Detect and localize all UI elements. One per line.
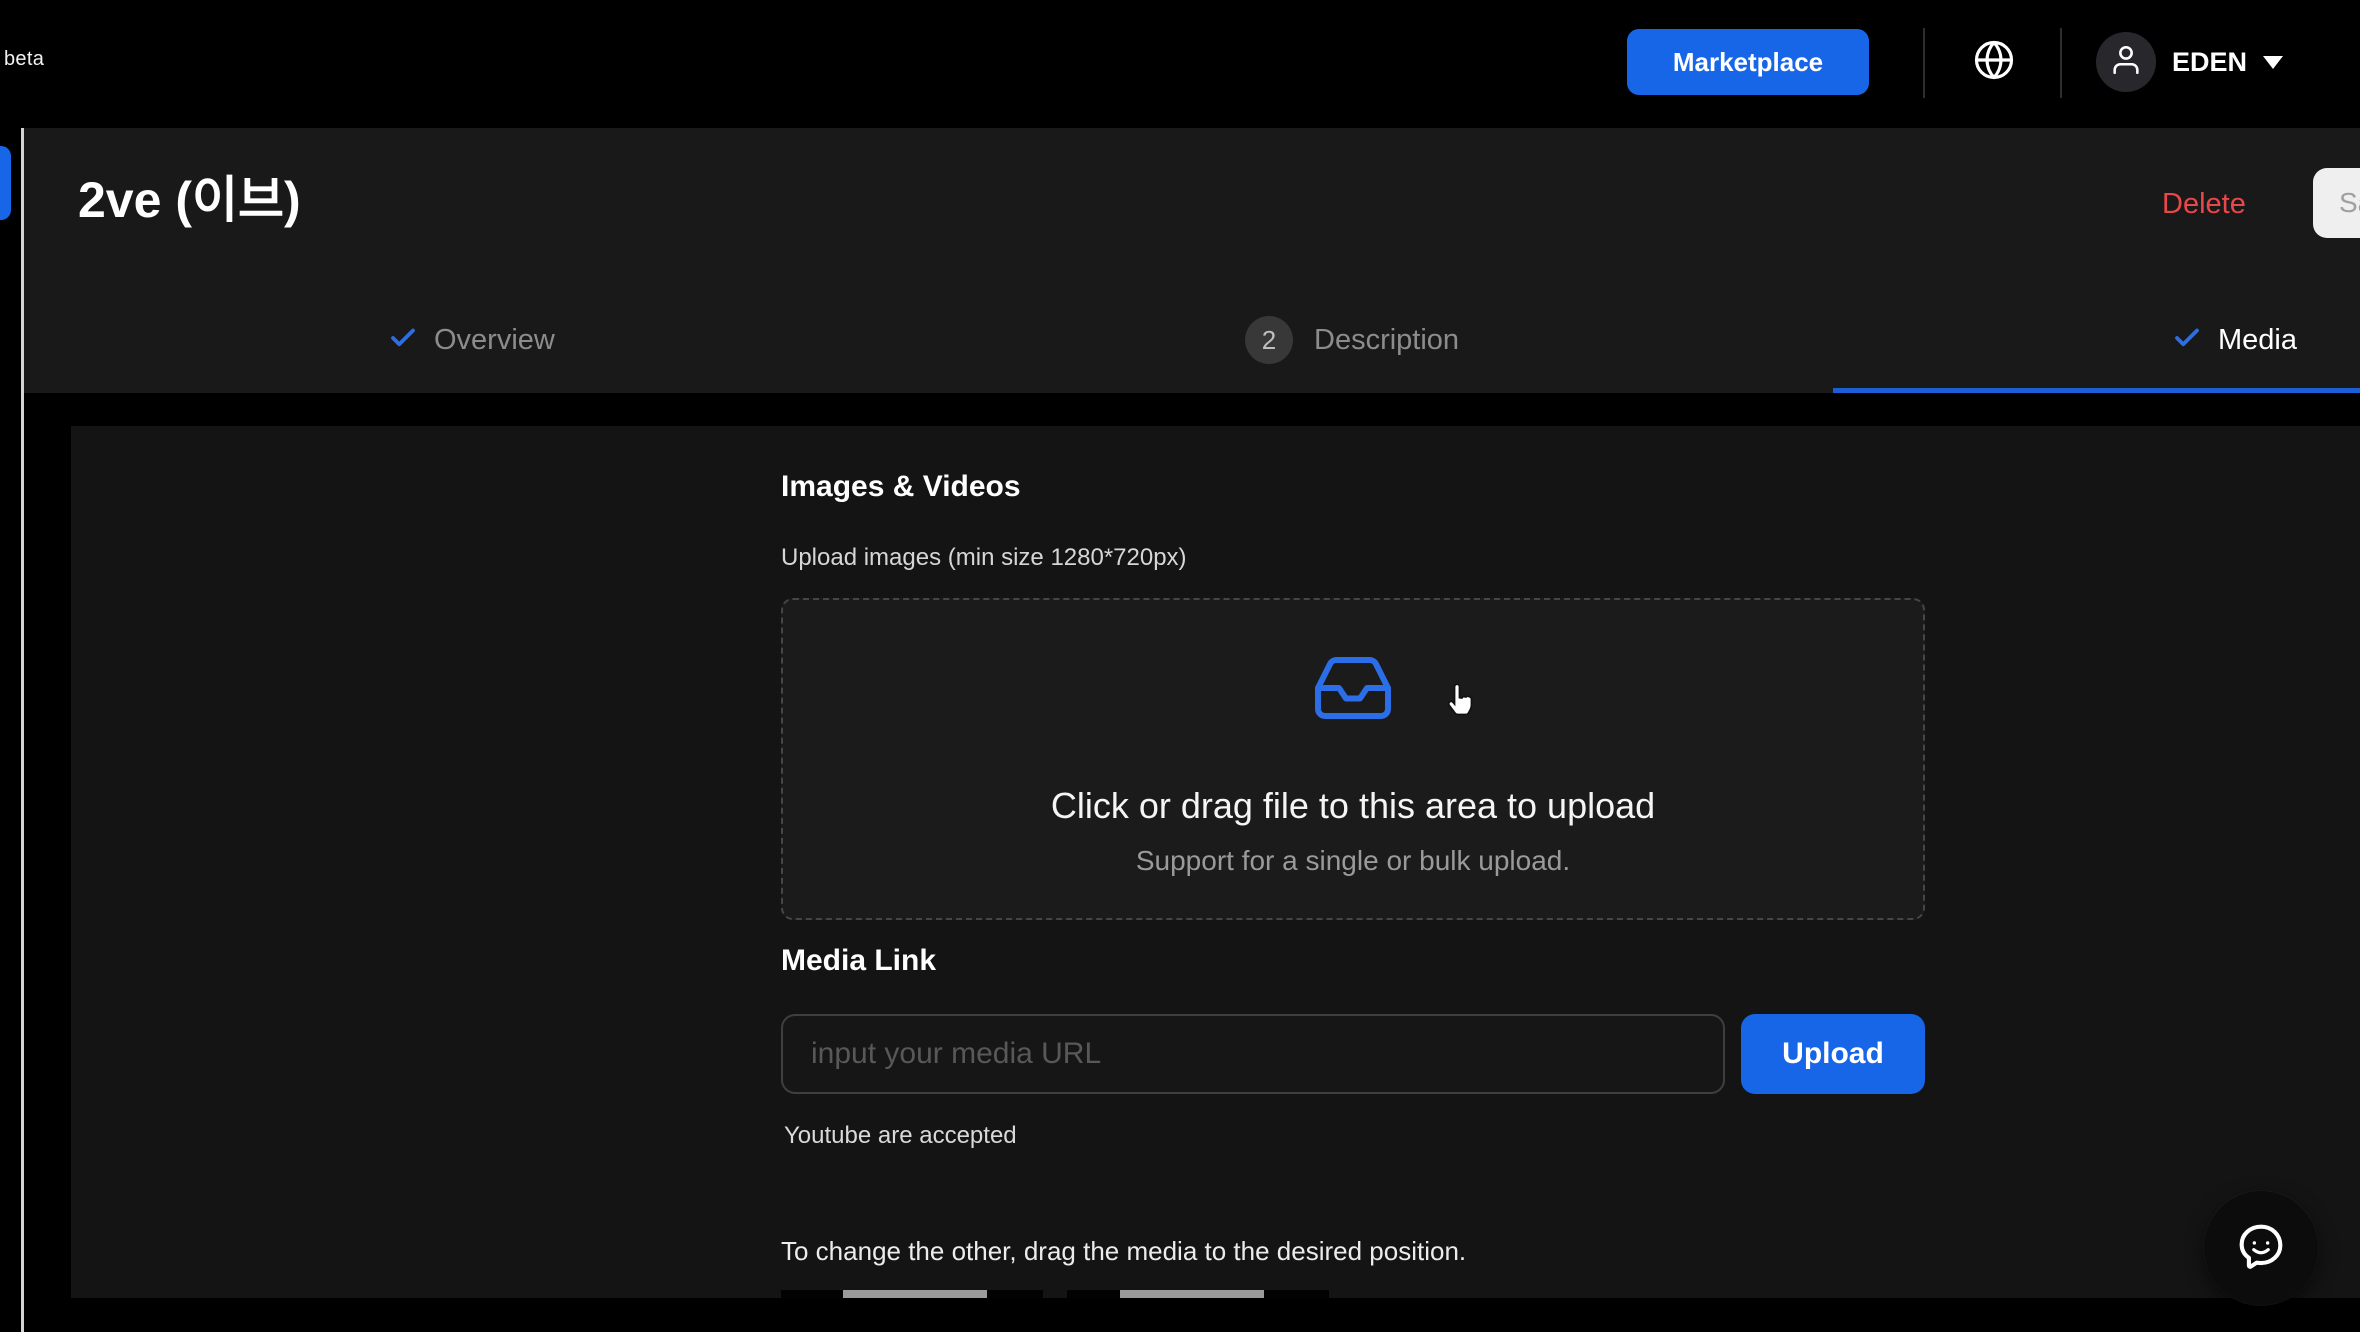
step-media[interactable]: Media	[2172, 322, 2297, 358]
mouse-cursor	[1443, 681, 1475, 722]
globe-icon	[1973, 39, 2015, 86]
upload-button[interactable]: Upload	[1741, 1014, 1925, 1094]
active-tab-underline	[1833, 388, 2360, 393]
chat-bubble-icon	[2232, 1217, 2290, 1280]
beta-label: beta	[4, 48, 44, 71]
account-menu[interactable]: EDEN	[2096, 22, 2283, 102]
save-button[interactable]: Save	[2313, 168, 2360, 238]
chat-widget-button[interactable]	[2204, 1191, 2318, 1305]
media-thumbnail[interactable]	[1067, 1290, 1329, 1298]
topbar-divider	[2060, 28, 2062, 98]
chevron-down-icon	[2263, 56, 2283, 69]
step-description-label: Description	[1314, 324, 1459, 357]
topbar: beta Marketplace EDEN	[0, 0, 2360, 128]
dropzone-hint: Support for a single or bulk upload.	[1136, 845, 1570, 877]
media-link-heading: Media Link	[781, 944, 936, 978]
step-description[interactable]: 2 Description	[1245, 316, 1459, 364]
delete-button[interactable]: Delete	[2162, 188, 2246, 221]
step-number-badge: 2	[1245, 316, 1293, 364]
step-media-label: Media	[2218, 324, 2297, 357]
step-overview-label: Overview	[434, 324, 555, 357]
user-icon	[2109, 43, 2143, 82]
language-button[interactable]	[1960, 28, 2028, 96]
thumbnail-bar	[843, 1290, 987, 1298]
page-header	[24, 128, 2360, 393]
left-edge-accent	[0, 146, 11, 220]
user-name: EDEN	[2172, 47, 2247, 78]
thumbnail-bar	[1120, 1290, 1264, 1298]
inbox-icon	[1311, 646, 1395, 735]
media-thumbnail[interactable]	[781, 1290, 1043, 1298]
dropzone-title: Click or drag file to this area to uploa…	[1051, 785, 1655, 827]
reorder-hint: To change the other, drag the media to t…	[781, 1236, 1466, 1267]
step-overview[interactable]: Overview	[388, 322, 555, 358]
media-panel: Images & Videos Upload images (min size …	[71, 426, 2360, 1298]
avatar	[2096, 32, 2156, 92]
marketplace-button[interactable]: Marketplace	[1627, 29, 1869, 95]
page-title: 2ve (이브)	[78, 166, 301, 234]
file-dropzone[interactable]: Click or drag file to this area to uploa…	[781, 598, 1925, 920]
media-url-input[interactable]	[781, 1014, 1725, 1094]
topbar-divider	[1923, 28, 1925, 98]
left-edge-line	[21, 128, 24, 1332]
check-icon	[2172, 323, 2202, 358]
url-hint: Youtube are accepted	[784, 1122, 1017, 1150]
upload-instructions: Upload images (min size 1280*720px)	[781, 544, 1187, 572]
check-icon	[388, 323, 418, 358]
images-videos-heading: Images & Videos	[781, 470, 1021, 504]
